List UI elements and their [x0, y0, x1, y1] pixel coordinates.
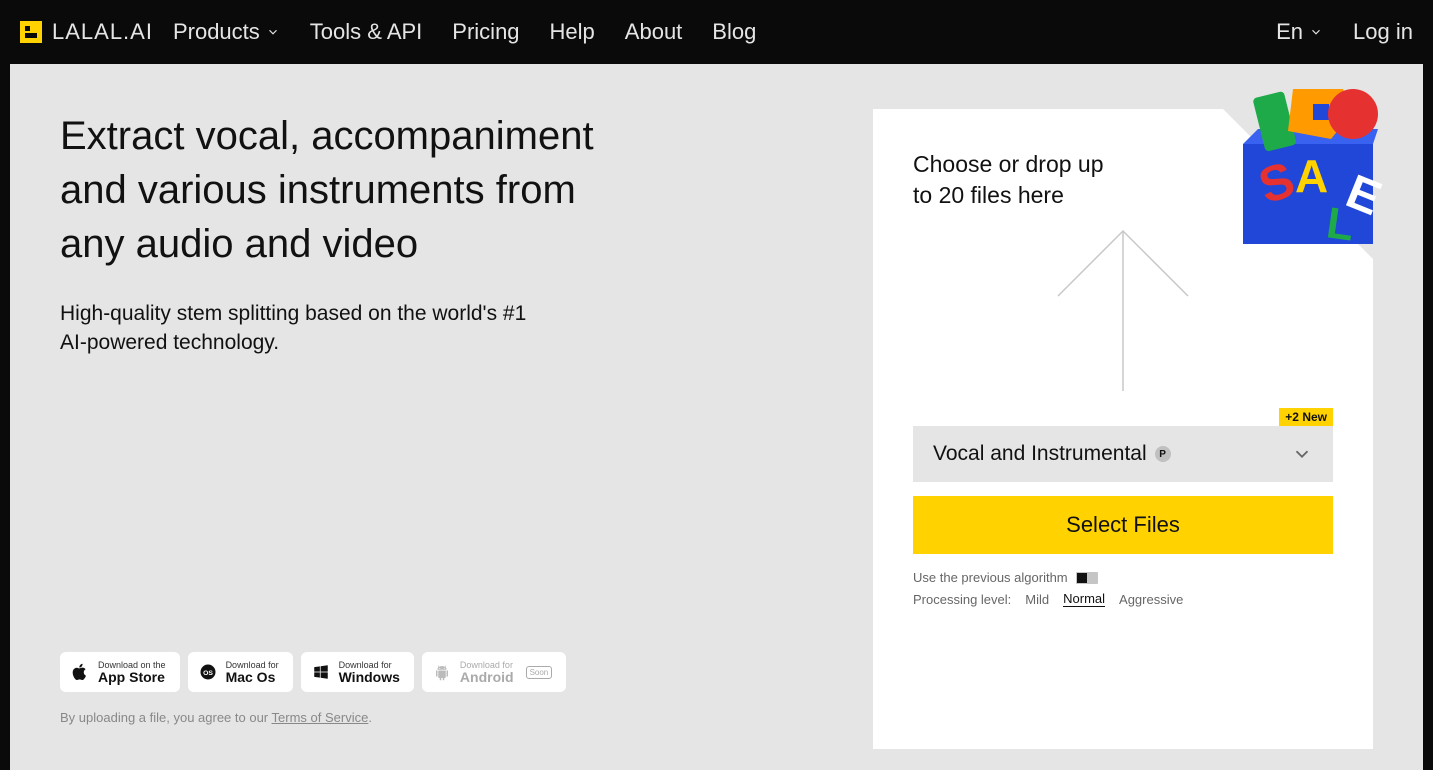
processing-level-label: Processing level: — [913, 592, 1011, 607]
nav-about[interactable]: About — [625, 19, 683, 45]
language-selector[interactable]: En — [1276, 19, 1323, 45]
nav-help[interactable]: Help — [550, 19, 595, 45]
download-windows[interactable]: Download forWindows — [301, 652, 414, 692]
download-android: Download forAndroid Soon — [422, 652, 566, 692]
sale-promo-icon[interactable]: S A L E — [1233, 89, 1383, 249]
logo[interactable]: LALAL.AI — [20, 19, 153, 45]
select-files-button[interactable]: Select Files — [913, 496, 1333, 554]
new-badge: +2 New — [1279, 408, 1333, 426]
nav-blog[interactable]: Blog — [712, 19, 756, 45]
hero-section: Extract vocal, accompaniment and various… — [10, 64, 1423, 770]
nav-pricing[interactable]: Pricing — [452, 19, 519, 45]
macos-icon: OS — [198, 662, 218, 682]
processing-level: Processing level: Mild Normal Aggressive — [913, 591, 1333, 607]
login-link[interactable]: Log in — [1353, 19, 1413, 45]
chevron-down-icon — [266, 25, 280, 39]
stem-selector[interactable]: Vocal and Instrumental P — [913, 426, 1333, 482]
prev-algo-label: Use the previous algorithm — [913, 570, 1068, 585]
nav-products[interactable]: Products — [173, 19, 280, 45]
windows-icon — [311, 662, 331, 682]
terms-text: By uploading a file, you agree to our Te… — [60, 710, 823, 725]
android-icon — [432, 662, 452, 682]
download-mac[interactable]: OS Download forMac Os — [188, 652, 293, 692]
hero-right: Choose or drop up to 20 files here +2 Ne… — [873, 109, 1373, 725]
nav-products-label: Products — [173, 19, 260, 45]
hero-left: Extract vocal, accompaniment and various… — [60, 109, 823, 725]
top-nav: LALAL.AI Products Tools & API Pricing He… — [0, 0, 1433, 64]
headline: Extract vocal, accompaniment and various… — [60, 109, 610, 271]
logo-text: LALAL.AI — [52, 19, 153, 45]
logo-icon — [20, 21, 42, 43]
level-aggressive[interactable]: Aggressive — [1119, 592, 1183, 607]
drop-instruction: Choose or drop up to 20 files here — [913, 149, 1113, 211]
download-appstore[interactable]: Download on theApp Store — [60, 652, 180, 692]
phoenix-badge-icon: P — [1155, 446, 1171, 462]
nav-links: Products Tools & API Pricing Help About … — [173, 19, 756, 45]
nav-tools-api[interactable]: Tools & API — [310, 19, 423, 45]
download-buttons: Download on theApp Store OS Download for… — [60, 652, 823, 692]
chevron-down-icon — [1291, 443, 1313, 465]
prev-algo-toggle[interactable] — [1076, 572, 1098, 584]
stem-selector-label: Vocal and Instrumental — [933, 442, 1147, 466]
svg-text:A: A — [1295, 150, 1328, 202]
terms-link[interactable]: Terms of Service — [272, 710, 369, 725]
apple-icon — [70, 662, 90, 682]
chevron-down-icon — [1309, 25, 1323, 39]
soon-badge: Soon — [526, 666, 553, 679]
subheadline: High-quality stem splitting based on the… — [60, 299, 540, 358]
level-normal[interactable]: Normal — [1063, 591, 1105, 607]
language-label: En — [1276, 19, 1303, 45]
svg-text:OS: OS — [203, 670, 213, 677]
level-mild[interactable]: Mild — [1025, 592, 1049, 607]
